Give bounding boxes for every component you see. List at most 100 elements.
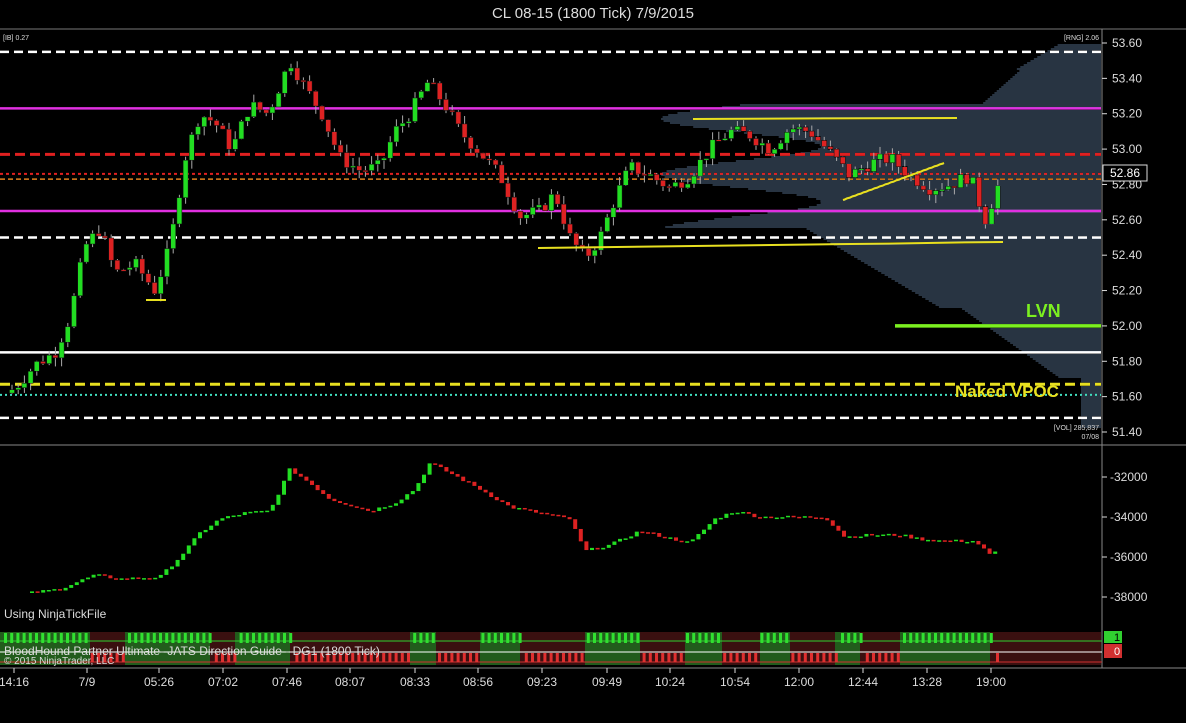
rng-label: [RNG] 2.06 (1064, 35, 1099, 42)
candle-body (269, 106, 276, 114)
guide-tick-down (803, 653, 807, 662)
copyright-label: © 2015 NinjaTrader, LLC (4, 656, 114, 667)
candle-body (827, 146, 834, 150)
lower-bar (696, 534, 701, 540)
lower-tick-label: -38000 (1110, 590, 1148, 604)
lower-bar (237, 515, 242, 517)
candle-body (740, 126, 747, 132)
lower-bar (153, 577, 158, 580)
lower-bar (405, 494, 410, 500)
lower-bar (987, 548, 992, 554)
guide-tick-down (580, 653, 584, 662)
candle-body (821, 140, 827, 147)
price-tick-label: 51.80 (1112, 354, 1142, 368)
lower-bar (763, 516, 768, 519)
lower-bar (416, 483, 421, 492)
guide-tick-down (524, 653, 528, 662)
candle-body (499, 164, 505, 184)
lower-bar (136, 577, 141, 579)
candle-body (585, 248, 592, 257)
guide-tick-up (710, 633, 714, 643)
lower-bar (612, 541, 617, 545)
lower-bar (69, 585, 74, 588)
guide-tick-down (723, 653, 727, 662)
candle-body (238, 121, 245, 140)
candle-body (840, 156, 846, 164)
candle-body (920, 185, 927, 190)
guide-tick-up (431, 633, 435, 643)
lower-bar (534, 509, 538, 513)
time-tick-label: 07:46 (272, 675, 302, 689)
lower-bar (494, 497, 499, 501)
lower-bar (58, 589, 62, 591)
candle-body (437, 82, 443, 100)
guide-tick-up (35, 633, 38, 643)
candle-body (331, 131, 338, 146)
candle-body (759, 142, 765, 146)
candle-body (108, 237, 114, 261)
candle-body (306, 80, 313, 92)
price-chart[interactable]: 53.6053.4053.2053.0052.8052.6052.4052.20… (0, 0, 1186, 723)
candle-body (127, 267, 133, 271)
lower-bar (948, 540, 953, 543)
candle-body (226, 128, 232, 150)
lower-bar (965, 541, 970, 544)
lower-bar (433, 463, 438, 465)
candle-body (492, 159, 499, 166)
lower-bar (646, 532, 650, 534)
lower-bar (886, 533, 891, 536)
lower-bar (388, 505, 393, 508)
lower-bar (657, 533, 662, 537)
candle-body (523, 214, 530, 219)
guide-tick-down (828, 653, 832, 662)
lower-bar (254, 511, 258, 513)
lower-bar (836, 525, 841, 531)
candle-body (573, 233, 579, 246)
lower-bar (382, 507, 387, 509)
candle-body (802, 126, 809, 132)
candle-body (232, 138, 238, 150)
vol-date: 07/08 (1081, 434, 1099, 441)
guide-tick-up (704, 633, 708, 643)
price-tick-label: 52.60 (1112, 213, 1142, 227)
candle-body (151, 282, 158, 294)
lower-bar (808, 516, 813, 518)
price-tick-label: 53.40 (1112, 71, 1142, 85)
guide-tick-down (388, 653, 392, 662)
guide-tick-up (258, 633, 262, 643)
guide-tick-down (729, 653, 733, 662)
candle-body (734, 126, 741, 131)
candle-body (406, 121, 412, 124)
lower-bar (814, 517, 818, 519)
candle-body (982, 206, 989, 225)
lower-bar (483, 489, 488, 493)
guide-tick-up (698, 633, 702, 643)
price-tick-label: 51.40 (1112, 425, 1142, 439)
lower-tick-label: -34000 (1110, 510, 1148, 524)
lower-bar (769, 516, 774, 519)
lower-bar (528, 509, 533, 511)
guide-tick-up (146, 633, 150, 643)
lower-bar (427, 463, 432, 475)
guide-tick-down (655, 653, 658, 662)
lower-bar (394, 503, 398, 506)
lower-bar (914, 537, 919, 539)
guide-tick-up (779, 633, 782, 643)
time-tick-label: 05:26 (144, 675, 174, 689)
lower-bar (982, 544, 986, 549)
candle-body (542, 204, 548, 211)
candle-body (207, 116, 214, 121)
lower-bar (780, 517, 785, 519)
lower-bar (590, 547, 594, 551)
lower-bar (679, 540, 684, 543)
candle-body (21, 383, 28, 388)
guide-tick-down (537, 653, 541, 662)
candle-body (517, 210, 524, 219)
guide-tick-up (493, 633, 497, 643)
guide-tick-up (16, 633, 20, 643)
candle-body (809, 130, 815, 138)
lower-bar (629, 536, 634, 539)
guide-tick-down (890, 653, 894, 662)
lower-bar (91, 574, 96, 578)
using-file-label: Using NinjaTickFile (4, 607, 107, 621)
